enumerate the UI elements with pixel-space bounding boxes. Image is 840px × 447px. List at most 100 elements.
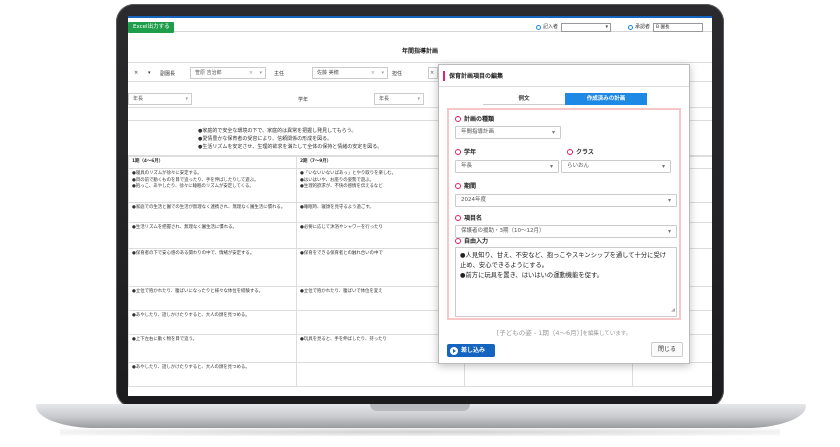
year-value: 年長 <box>133 96 144 102</box>
vice-principal-select[interactable]: 笹原 吉治郎 × ▾ <box>190 67 266 79</box>
chevron-down-icon: ▾ <box>661 163 665 170</box>
table-cell[interactable]: ●あやしたり、話しかけたりすると、大人の顔を見つめる。 <box>128 362 297 387</box>
close-button[interactable]: 閉じる <box>651 342 683 357</box>
chevron-down-icon: ▾ <box>259 70 262 76</box>
chevron-down-icon: ▾ <box>549 163 553 170</box>
plan-filter-form: 計画の種類 年間指導計画 ▾ 学年 クラス 年長 ▾ らいおん ▾ 期間 2024年度… <box>447 108 681 320</box>
label-text: クラス <box>576 149 594 156</box>
cell-line: ●立位で抱かれたり、腹ばいになったりと様々な体位を経験する。 <box>132 289 263 294</box>
chief-value: 佐藤 美穂 <box>317 70 339 76</box>
other-label: 担任 <box>392 71 403 77</box>
aim-text: ●生活リズムを安定させ、生理的欲求を満たして全体の保持と情緒の安定を図る。 <box>198 144 383 150</box>
table-cell[interactable]: ●立位で抱かれたり、腹ばいになったりと様々な体位を経験する。 <box>128 286 297 311</box>
label-text: 期間 <box>464 183 477 190</box>
editing-target: [子どもの姿 - 1期（4〜6月）] <box>496 329 583 337</box>
tab-example-sentences[interactable]: 例文 <box>483 93 565 105</box>
table-cell[interactable] <box>632 362 712 387</box>
table-cell[interactable]: ●寝具のリズムが徐々に安定する。 ●目の前で動くものを目で追ったり、手を伸ばした… <box>128 168 297 203</box>
app-toolbar: Excel出力する 記入者 ▾ 承認者 B 園長 <box>128 16 712 33</box>
chief-select[interactable]: 佐藤 美穂 × ▾ <box>312 67 388 79</box>
item-name-select[interactable]: 保護者の援助・3期（10〜12月） ▾ <box>455 225 677 238</box>
cell-line: ●生活リズムを把握され、無理なく園生活に慣れる。 <box>132 225 237 230</box>
aim-text: ●家庭的で安全な環境の下で、家庭的は異常を把握し発見してもらう。 <box>198 128 357 134</box>
table-row[interactable]: ●あやしたり、話しかけたりすると、大人の顔を見つめる。 <box>128 362 712 387</box>
grade-value: 年長 <box>379 96 390 102</box>
circle-marker-icon <box>455 214 461 221</box>
author-select[interactable]: ▾ <box>561 22 612 32</box>
radio-icon[interactable] <box>536 24 541 30</box>
item-name-label: 項目名 <box>455 213 482 222</box>
class-select[interactable]: らいおん ▾ <box>561 160 671 173</box>
select-value: 保護者の援助・3期（10〜12月） <box>461 228 545 234</box>
grade-select[interactable]: 年長 ▾ <box>374 93 424 105</box>
cell-line: ●睡眠時、寝顔を見守るよう過ごす。 <box>300 205 374 210</box>
title-accent-bar <box>443 71 445 81</box>
label-text: 項目名 <box>464 215 483 222</box>
editing-status-note: [子どもの姿 - 1期（4〜6月）]を編集しています。 <box>439 327 689 337</box>
table-cell[interactable]: ●生活リズムを把握され、無理なく園生活に慣れる。 <box>128 222 297 249</box>
cell-line: ●保育をできる保育者との触れ合いの中で <box>300 251 383 256</box>
vice-principal-value: 笹原 吉治郎 <box>195 70 222 76</box>
cell-line: ●家庭での生活と園での生活が無理なく連携され、無理なく園生活に慣れる。 <box>132 205 286 210</box>
page-title: 年間指導計画 <box>401 48 438 55</box>
approver-select[interactable]: B 園長 <box>653 22 704 32</box>
author-field: 記入者 ▾ <box>536 22 612 32</box>
cell-line: ●保育者の下で安心感のある関わりの中で、情緒が安定する。 <box>132 251 255 256</box>
aim-text: ●愛情豊かな保育者の受容により、信頼関係の形成を図る。 <box>198 136 333 142</box>
grade-select[interactable]: 年長 ▾ <box>455 160 559 173</box>
clear-x-icon[interactable]: × <box>430 68 434 78</box>
select-value: 2024年度 <box>461 197 486 203</box>
year-select[interactable]: 年長 ▾ <box>128 93 192 105</box>
chevron-down-icon: ▾ <box>381 70 384 76</box>
modal-title: 保育計画項目の編集 <box>449 73 504 80</box>
circle-marker-icon <box>455 115 461 122</box>
clear-x-icon[interactable]: × <box>249 68 253 78</box>
free-input-label: 自由入力 <box>455 236 488 245</box>
resize-grip-icon[interactable]: ◢ <box>671 305 675 315</box>
radio-icon[interactable] <box>628 24 633 30</box>
table-cell[interactable]: ●上下左右に動く物を目で追う。 <box>128 334 297 363</box>
table-cell[interactable] <box>296 362 465 387</box>
author-label: 記入者 <box>543 24 559 30</box>
table-cell[interactable]: ●あやしたり、話しかけたりすると、大人の顔を見つめる。 <box>128 310 297 335</box>
select-value: らいおん <box>567 163 590 169</box>
cell-line: ●上下左右に動く物を目で追う。 <box>132 337 198 342</box>
table-cell[interactable]: ●家庭での生活と園での生活が無理なく連携され、無理なく園生活に慣れる。 <box>128 202 297 223</box>
cell-line: ●玩具を見ると、手を伸ばしたり、持ったり <box>300 337 387 342</box>
circle-marker-icon <box>567 148 573 155</box>
grade-label: 学年 <box>298 97 309 103</box>
table-cell[interactable]: ●保育者の下で安心感のある関わりの中で、情緒が安定する。 <box>128 248 297 287</box>
select-value: 年長 <box>461 163 473 169</box>
laptop-screen: Excel出力する 記入者 ▾ 承認者 B 園長 年間指導計画 × ▾ 副園長 … <box>128 16 712 396</box>
clear-x-icon[interactable]: × <box>371 68 375 78</box>
free-input-textarea[interactable]: ●人見知り、甘え、不安など、抱っこやスキンシップを通して十分に受け止め、安心でき… <box>455 247 677 317</box>
circle-marker-icon <box>455 182 461 189</box>
insert-button[interactable]: 差し込み <box>447 344 495 357</box>
tab-created-plans[interactable]: 作成済みの計画 <box>565 93 647 105</box>
cell-line: ●抱っこ、あやしたり、徐々に睡眠のリズムが安定してくる。 <box>132 184 254 189</box>
table-cell[interactable] <box>464 362 633 387</box>
modal-header: 保育計画項目の編集 <box>439 65 689 87</box>
laptop-shadow <box>60 428 780 436</box>
label-text: 計画の種類 <box>464 116 495 123</box>
homeroom-select[interactable]: × <box>428 67 438 79</box>
plan-type-label: 計画の種類 <box>455 114 494 123</box>
chevron-down-icon: ▾ <box>148 70 151 76</box>
plan-type-select[interactable]: 年間指導計画 ▾ <box>455 126 561 139</box>
period-select[interactable]: 2024年度 ▾ <box>455 194 677 207</box>
modal-tabs: 例文 作成済みの計画 <box>483 93 647 105</box>
cell-line: ●あやしたり、話しかけたりすると、大人の顔を見つめる。 <box>132 313 250 318</box>
label-text: 自由入力 <box>464 238 489 245</box>
cell-line: ●あやしたり、話しかけたりすると、大人の顔を見つめる。 <box>132 365 250 370</box>
grade-field-label: 学年 <box>455 147 476 156</box>
clear-x-icon: × <box>134 70 139 76</box>
insert-button-label: 差し込み <box>461 347 486 354</box>
approver-label: 承認者 <box>635 24 651 30</box>
column-header: 1期（4〜6月） <box>128 156 297 169</box>
excel-export-button[interactable]: Excel出力する <box>128 22 174 33</box>
editing-suffix: を編集しています。 <box>582 331 632 337</box>
vice-principal-label: 副園長 <box>160 71 176 77</box>
chevron-down-icon: ▾ <box>605 23 609 30</box>
circle-marker-icon <box>455 237 461 244</box>
circle-marker-icon <box>455 148 461 155</box>
